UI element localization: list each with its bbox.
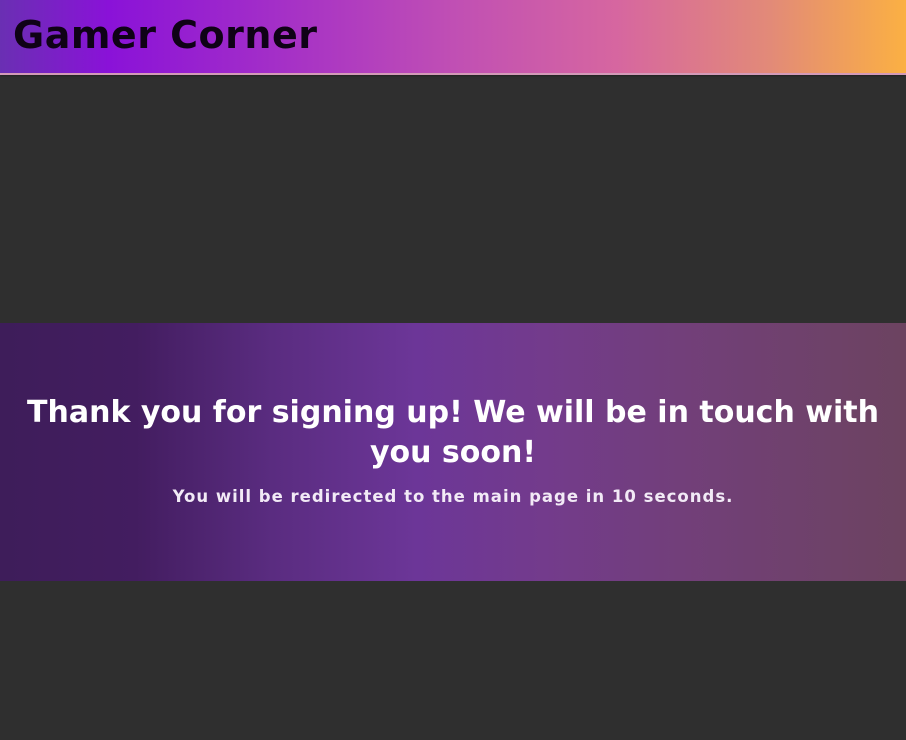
signup-confirmation-banner: Thank you for signing up! We will be in … <box>0 323 906 581</box>
confirmation-headline: Thank you for signing up! We will be in … <box>27 395 879 470</box>
redirect-notice: You will be redirected to the main page … <box>172 487 734 506</box>
site-header: Gamer Corner <box>0 0 906 75</box>
site-title[interactable]: Gamer Corner <box>13 12 317 58</box>
